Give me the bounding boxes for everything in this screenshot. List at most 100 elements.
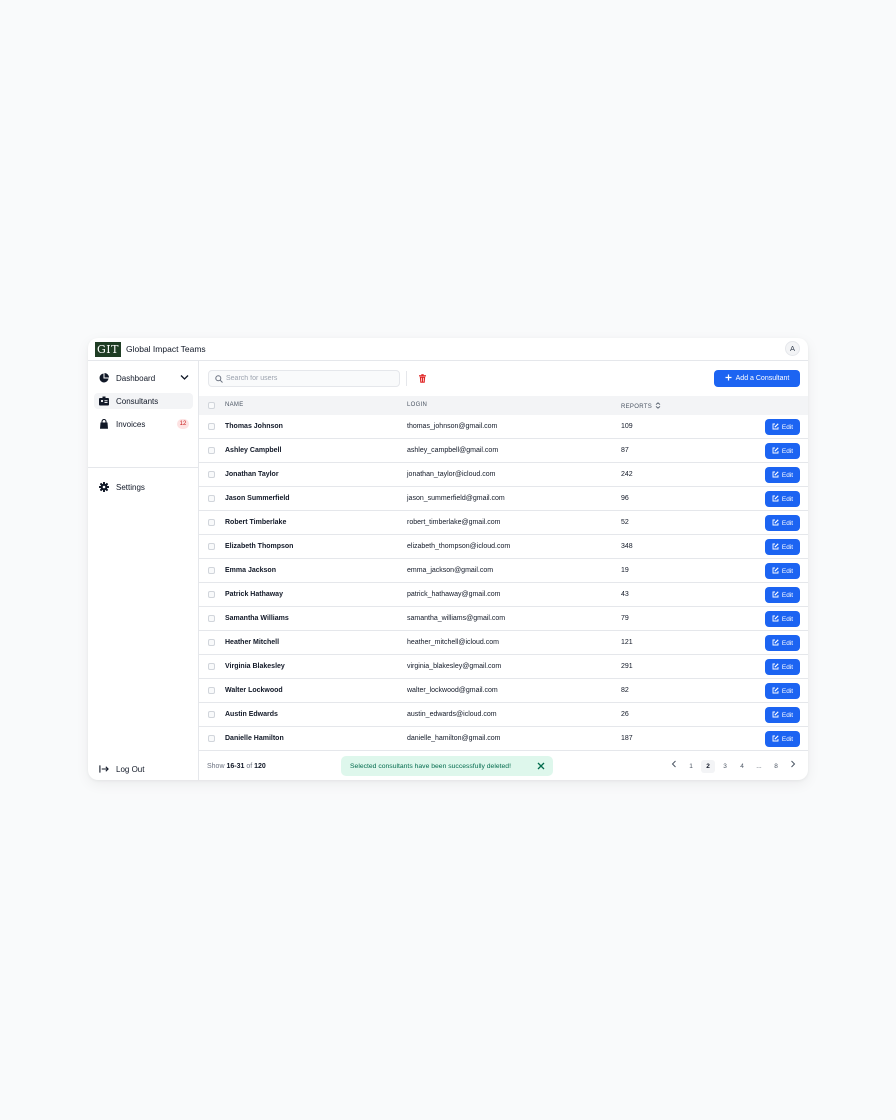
row-checkbox[interactable] — [208, 519, 215, 526]
page-number[interactable]: 2 — [701, 760, 715, 773]
consultant-name: Thomas Johnson — [225, 423, 283, 430]
row-checkbox[interactable] — [208, 495, 215, 502]
row-checkbox[interactable] — [208, 711, 215, 718]
shopping-bag-icon — [99, 419, 109, 429]
table-row: Walter Lockwood walter_lockwood@gmail.com… — [199, 679, 808, 703]
close-icon[interactable] — [537, 762, 545, 770]
edit-button[interactable]: Edit — [765, 491, 800, 507]
row-checkbox[interactable] — [208, 591, 215, 598]
sidebar: Dashboard Consultants Invoices 12 Settin… — [88, 361, 199, 780]
edit-button[interactable]: Edit — [765, 563, 800, 579]
trash-icon[interactable] — [418, 374, 427, 383]
edit-icon — [772, 710, 779, 720]
logout-label: Log Out — [116, 764, 145, 774]
consultant-login: jason_summerfield@gmail.com — [407, 495, 505, 502]
table-footer: Show 16-31 of 120 Selected consultants h… — [199, 751, 808, 780]
pagination-summary: Show 16-31 of 120 — [207, 763, 266, 770]
prev-page-chevron-left-icon[interactable] — [667, 760, 681, 773]
edit-icon — [772, 590, 779, 600]
row-checkbox[interactable] — [208, 615, 215, 622]
edit-label: Edit — [781, 423, 794, 431]
sort-icon[interactable] — [654, 402, 661, 410]
edit-label: Edit — [781, 687, 794, 695]
column-header-reports[interactable]: REPORTS — [621, 402, 661, 410]
sidebar-item-consultants[interactable]: Consultants — [94, 393, 193, 409]
sidebar-item-label: Consultants — [116, 396, 159, 406]
edit-button[interactable]: Edit — [765, 707, 800, 723]
search-input[interactable] — [226, 375, 396, 382]
show-prefix: Show — [207, 763, 225, 770]
edit-label: Edit — [781, 495, 794, 503]
page-number[interactable]: 1 — [684, 760, 698, 773]
consultant-login: robert_timberlake@gmail.com — [407, 519, 501, 526]
avatar[interactable]: A — [785, 341, 800, 356]
column-header-name[interactable]: NAME — [225, 402, 244, 408]
row-checkbox[interactable] — [208, 663, 215, 670]
sidebar-item-label: Dashboard — [116, 373, 156, 383]
column-header-reports-label: REPORTS — [621, 404, 652, 410]
sidebar-divider — [88, 467, 199, 468]
page-range: 16-31 — [226, 763, 245, 770]
edit-button[interactable]: Edit — [765, 443, 800, 459]
consultant-reports: 96 — [621, 495, 629, 502]
consultant-name: Walter Lockwood — [225, 687, 283, 694]
next-page-chevron-right-icon[interactable] — [786, 760, 800, 773]
chevron-down-icon[interactable] — [180, 374, 189, 383]
edit-button[interactable]: Edit — [765, 419, 800, 435]
table-row: Jason Summerfield jason_summerfield@gmail… — [199, 487, 808, 511]
consultant-name: Elizabeth Thompson — [225, 543, 294, 550]
consultant-reports: 242 — [621, 471, 633, 478]
row-checkbox[interactable] — [208, 567, 215, 574]
consultant-reports: 43 — [621, 591, 629, 598]
app-window: GIT Global Impact Teams A Dashboard Cons… — [88, 338, 808, 780]
edit-button[interactable]: Edit — [765, 659, 800, 675]
add-consultant-button[interactable]: Add a Consultant — [714, 370, 800, 387]
edit-button[interactable]: Edit — [765, 587, 800, 603]
select-all-checkbox[interactable] — [208, 402, 215, 409]
sidebar-item-settings[interactable]: Settings — [94, 479, 193, 495]
page-number[interactable]: 3 — [718, 760, 732, 773]
pie-chart-icon — [99, 373, 109, 383]
row-checkbox[interactable] — [208, 639, 215, 646]
row-checkbox[interactable] — [208, 687, 215, 694]
consultant-reports: 121 — [621, 639, 633, 646]
consultant-login: ashley_campbell@gmail.com — [407, 447, 499, 454]
consultant-name: Samantha Williams — [225, 615, 289, 622]
invoice-count-badge: 12 — [177, 419, 189, 429]
row-checkbox[interactable] — [208, 471, 215, 478]
edit-button[interactable]: Edit — [765, 467, 800, 483]
sidebar-item-invoices[interactable]: Invoices 12 — [94, 416, 193, 432]
edit-button[interactable]: Edit — [765, 635, 800, 651]
consultant-reports: 19 — [621, 567, 629, 574]
row-checkbox[interactable] — [208, 543, 215, 550]
row-checkbox[interactable] — [208, 735, 215, 742]
edit-button[interactable]: Edit — [765, 515, 800, 531]
column-header-login[interactable]: LOGIN — [407, 402, 427, 408]
logo[interactable]: GIT — [95, 341, 121, 357]
edit-icon — [772, 638, 779, 648]
edit-button[interactable]: Edit — [765, 683, 800, 699]
edit-label: Edit — [781, 711, 794, 719]
page-number[interactable]: 8 — [769, 760, 783, 773]
consultant-login: elizabeth_thompson@icloud.com — [407, 543, 511, 550]
pagination: 1 2 3 4... 8 — [667, 760, 800, 773]
page-number[interactable]: 4 — [735, 760, 749, 773]
consultant-reports: 52 — [621, 519, 629, 526]
logout-button[interactable]: Log Out — [94, 761, 193, 777]
consultant-name: Ashley Campbell — [225, 447, 282, 454]
edit-button[interactable]: Edit — [765, 731, 800, 747]
edit-button[interactable]: Edit — [765, 611, 800, 627]
consultant-login: samantha_williams@gmail.com — [407, 615, 506, 622]
consultant-login: walter_lockwood@gmail.com — [407, 687, 498, 694]
table-row: Emma Jackson emma_jackson@gmail.com 19 Edit — [199, 559, 808, 583]
search-box[interactable] — [208, 370, 400, 387]
table-row: Danielle Hamilton danielle_hamilton@gmail… — [199, 727, 808, 751]
consultant-login: jonathan_taylor@icloud.com — [407, 471, 496, 478]
sidebar-item-dashboard[interactable]: Dashboard — [94, 370, 193, 386]
edit-icon — [772, 518, 779, 528]
consultant-reports: 82 — [621, 687, 629, 694]
edit-button[interactable]: Edit — [765, 539, 800, 555]
row-checkbox[interactable] — [208, 447, 215, 454]
page-ellipsis: ... — [756, 763, 762, 770]
row-checkbox[interactable] — [208, 423, 215, 430]
